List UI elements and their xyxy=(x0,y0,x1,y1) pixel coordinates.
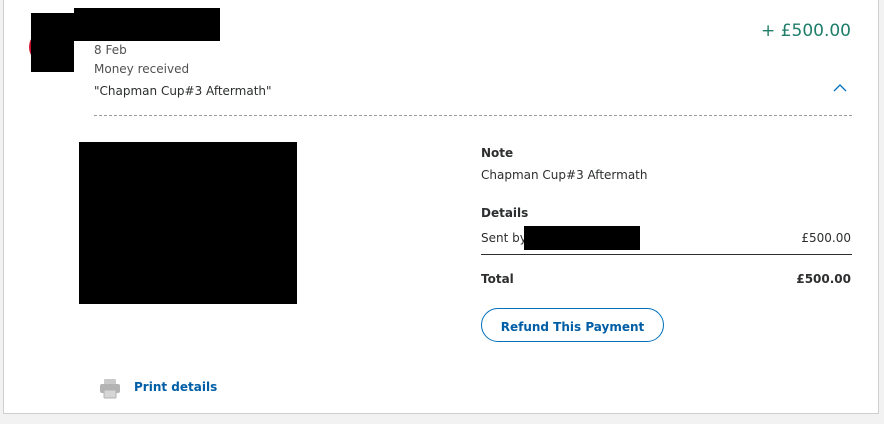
redacted-avatar xyxy=(31,13,74,72)
redacted-image xyxy=(79,142,297,304)
redacted-sender xyxy=(524,226,640,250)
details-divider xyxy=(481,254,852,255)
redacted-sender-name xyxy=(74,8,220,41)
refund-button[interactable]: Refund This Payment xyxy=(481,308,664,342)
chevron-up-icon[interactable] xyxy=(833,83,847,93)
note-heading: Note xyxy=(481,146,514,160)
transaction-card: 8 Feb Money received "Chapman Cup#3 Afte… xyxy=(3,0,879,414)
print-details-link[interactable]: Print details xyxy=(134,380,217,394)
details-heading: Details xyxy=(481,206,529,220)
printer-icon[interactable] xyxy=(99,377,121,399)
total-label: Total xyxy=(481,272,514,286)
transaction-memo: "Chapman Cup#3 Aftermath" xyxy=(94,84,272,98)
transaction-amount: + £500.00 xyxy=(761,21,851,41)
divider xyxy=(94,115,852,116)
transaction-type: Money received xyxy=(94,62,190,76)
sent-amount: £500.00 xyxy=(801,231,851,245)
total-amount: £500.00 xyxy=(796,272,851,286)
note-text: Chapman Cup#3 Aftermath xyxy=(481,168,648,182)
transaction-date: 8 Feb xyxy=(94,43,127,57)
sent-by-label: Sent by xyxy=(481,231,527,245)
